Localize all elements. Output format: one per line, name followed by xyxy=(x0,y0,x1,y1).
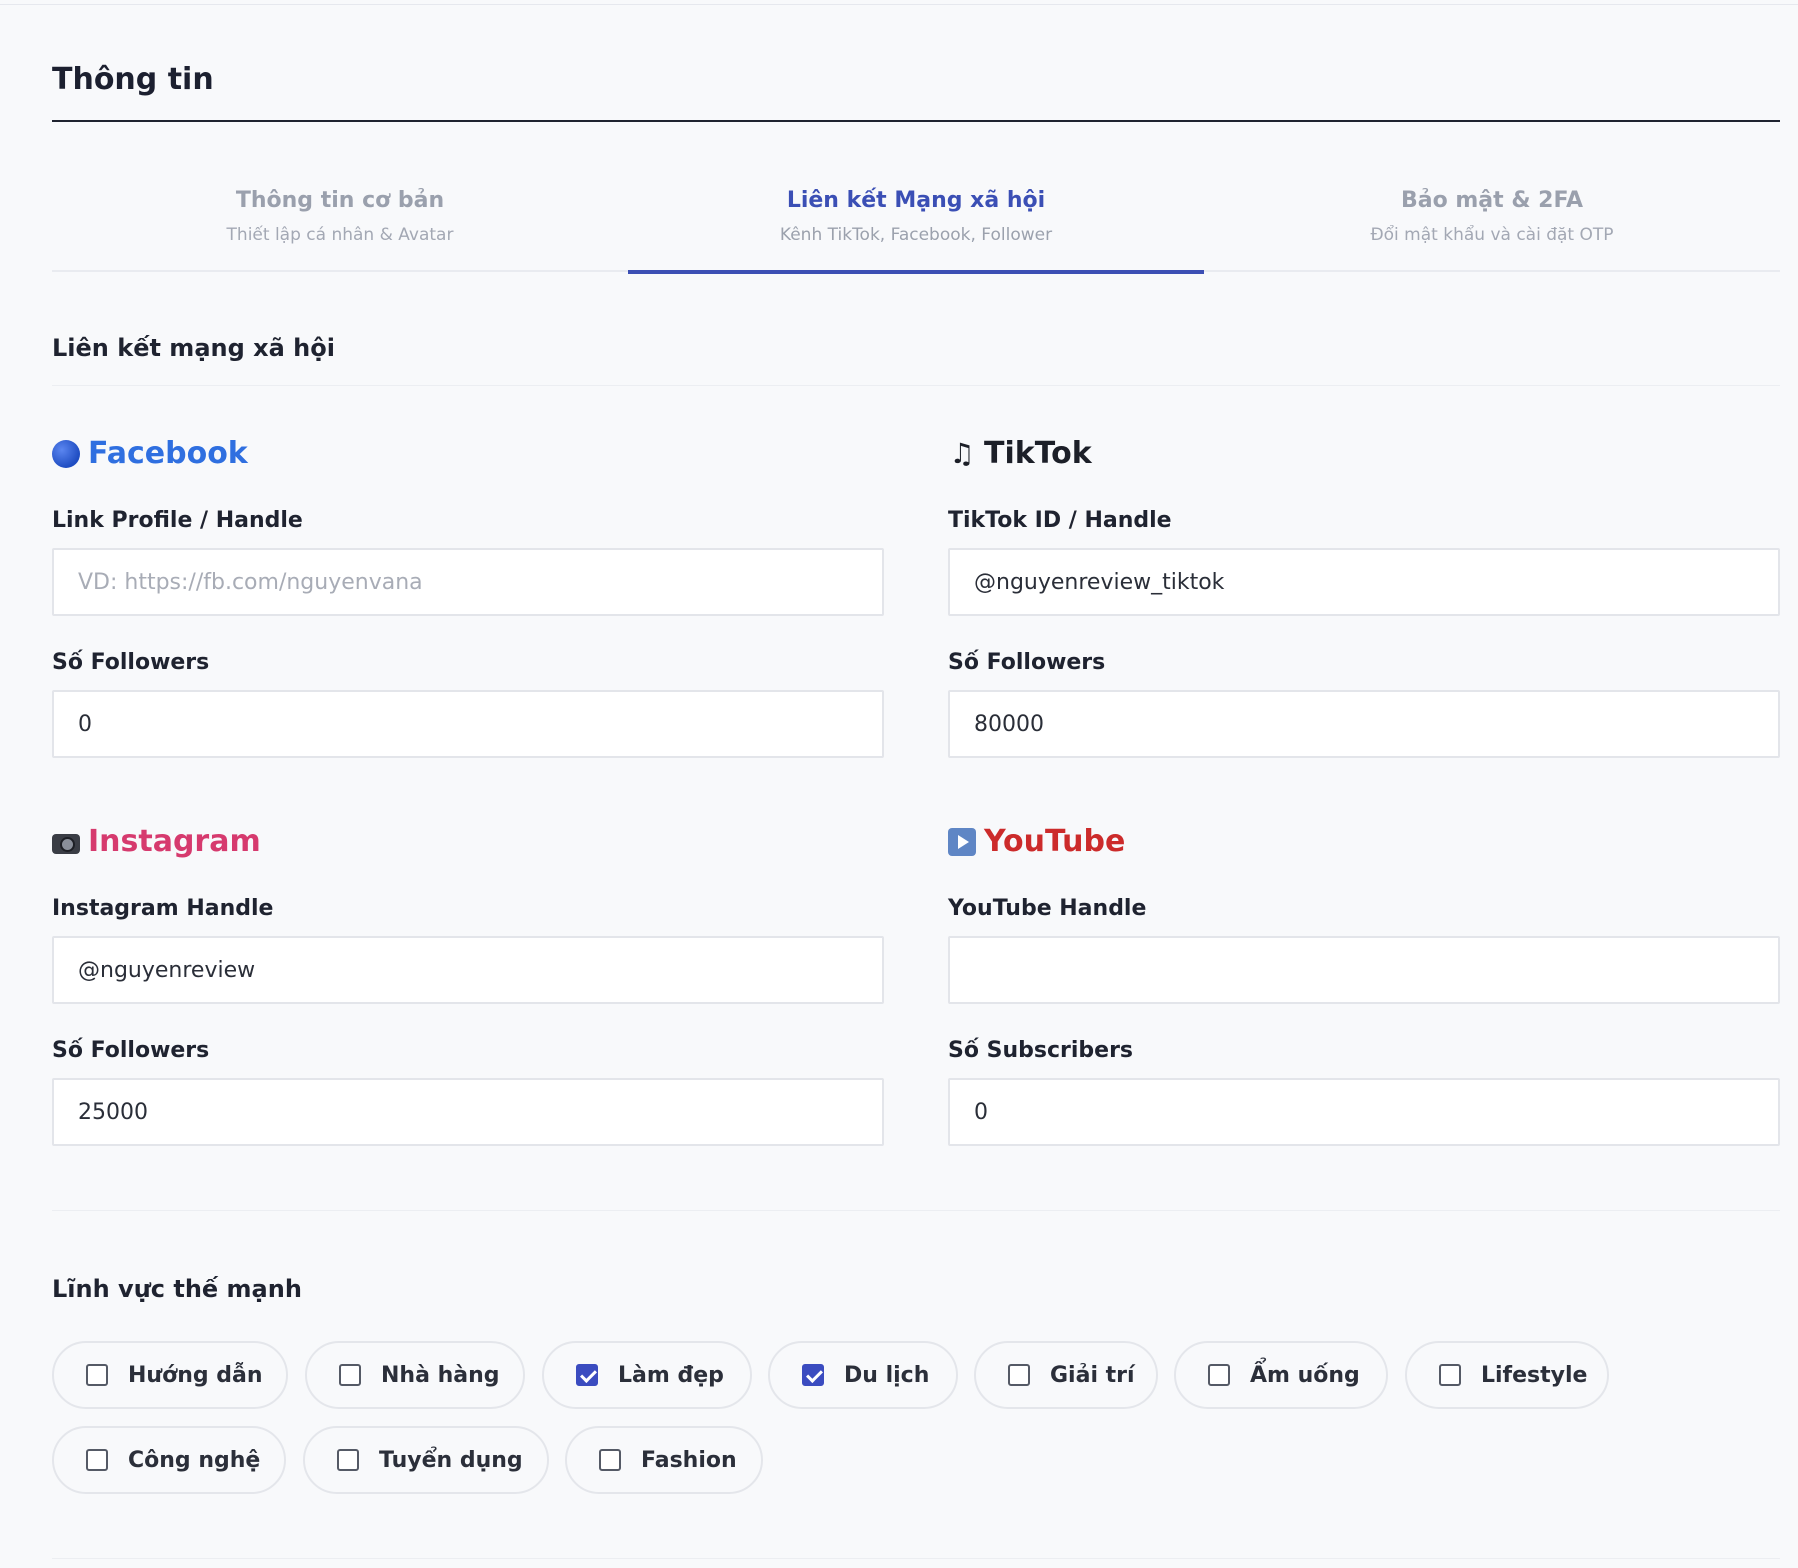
tab-subtitle: Kênh TikTok, Facebook, Follower xyxy=(779,225,1053,245)
chip-label: Công nghệ xyxy=(128,1447,261,1473)
fields-divider xyxy=(52,1210,1780,1211)
field-chip[interactable]: Ẩm uống xyxy=(1174,1341,1388,1409)
facebook-handle-label: Link Profile / Handle xyxy=(52,508,303,533)
section-divider xyxy=(52,385,1780,386)
checkbox[interactable] xyxy=(339,1364,361,1386)
chip-label: Fashion xyxy=(641,1447,737,1473)
chip-label: Ẩm uống xyxy=(1250,1362,1360,1388)
checkbox[interactable] xyxy=(1008,1364,1030,1386)
tiktok-handle-label: TikTok ID / Handle xyxy=(948,508,1172,533)
youtube-handle-label: YouTube Handle xyxy=(948,896,1147,921)
instagram-title: Instagram xyxy=(88,824,261,859)
checkbox[interactable] xyxy=(1208,1364,1230,1386)
youtube-subscribers-input[interactable] xyxy=(948,1078,1780,1146)
facebook-followers-label: Số Followers xyxy=(52,650,210,675)
youtube-title: YouTube xyxy=(984,824,1126,859)
field-chip[interactable]: Tuyển dụng xyxy=(303,1426,549,1494)
facebook-heading: Facebook xyxy=(52,436,248,471)
tab-title: Thông tin cơ bản xyxy=(235,188,445,213)
social-section-title: Liên kết mạng xã hội xyxy=(52,334,335,362)
blue-circle-icon xyxy=(52,439,80,468)
tiktok-title: TikTok xyxy=(984,436,1092,471)
field-chip[interactable]: Làm đẹp xyxy=(542,1341,752,1409)
facebook-title: Facebook xyxy=(88,436,248,471)
music-note-icon: ♫ xyxy=(949,436,975,470)
instagram-handle-label: Instagram Handle xyxy=(52,896,274,921)
youtube-subscribers-label: Số Subscribers xyxy=(948,1038,1134,1063)
youtube-heading: YouTube xyxy=(948,824,1125,859)
tab-title: Bảo mật & 2FA xyxy=(1400,188,1583,213)
tab-security-2fa[interactable]: Bảo mật & 2FA Đổi mật khẩu và cài đặt OT… xyxy=(1204,180,1780,272)
field-chip[interactable]: Lifestyle xyxy=(1405,1341,1609,1409)
field-chip[interactable]: Hướng dẫn xyxy=(52,1341,288,1409)
checkbox[interactable] xyxy=(576,1364,598,1386)
tiktok-handle-input[interactable] xyxy=(948,548,1780,616)
checkbox[interactable] xyxy=(86,1364,108,1386)
bottom-divider xyxy=(52,1558,1780,1559)
chip-label: Giải trí xyxy=(1050,1362,1135,1388)
instagram-followers-input[interactable] xyxy=(52,1078,884,1146)
checkbox[interactable] xyxy=(599,1449,621,1471)
youtube-handle-input[interactable] xyxy=(948,936,1780,1004)
field-chip[interactable]: Công nghệ xyxy=(52,1426,286,1494)
facebook-followers-input[interactable] xyxy=(52,690,884,758)
profile-tabs: Thông tin cơ bản Thiết lập cá nhân & Ava… xyxy=(52,180,1780,274)
checkbox[interactable] xyxy=(337,1449,359,1471)
tab-title: Liên kết Mạng xã hội xyxy=(786,188,1046,213)
camera-icon xyxy=(52,833,80,854)
checkbox[interactable] xyxy=(1439,1364,1461,1386)
facebook-handle-input[interactable] xyxy=(52,548,884,616)
field-chip[interactable]: Giải trí xyxy=(974,1341,1158,1409)
chip-label: Nhà hàng xyxy=(381,1362,500,1388)
tab-social-links[interactable]: Liên kết Mạng xã hội Kênh TikTok, Facebo… xyxy=(628,180,1204,274)
field-chip[interactable]: Nhà hàng xyxy=(305,1341,525,1409)
tab-subtitle: Đổi mật khẩu và cài đặt OTP xyxy=(1370,225,1614,245)
chip-label: Làm đẹp xyxy=(618,1362,724,1388)
checkbox[interactable] xyxy=(86,1449,108,1471)
instagram-followers-label: Số Followers xyxy=(52,1038,210,1063)
chip-label: Tuyển dụng xyxy=(379,1447,523,1473)
page-title: Thông tin xyxy=(52,62,214,97)
top-divider xyxy=(0,4,1798,5)
tab-subtitle: Thiết lập cá nhân & Avatar xyxy=(226,225,454,245)
instagram-handle-input[interactable] xyxy=(52,936,884,1004)
fields-title: Lĩnh vực thế mạnh xyxy=(52,1275,302,1303)
tab-basic-info[interactable]: Thông tin cơ bản Thiết lập cá nhân & Ava… xyxy=(52,180,628,272)
title-divider xyxy=(52,120,1780,122)
tiktok-heading: ♫ TikTok xyxy=(948,436,1092,471)
chip-label: Lifestyle xyxy=(1481,1362,1588,1388)
play-button-icon xyxy=(948,827,976,856)
checkbox[interactable] xyxy=(802,1364,824,1386)
field-chip[interactable]: Fashion xyxy=(565,1426,763,1494)
chip-label: Du lịch xyxy=(844,1362,930,1388)
tiktok-followers-label: Số Followers xyxy=(948,650,1106,675)
active-tab-indicator xyxy=(628,270,1204,274)
instagram-heading: Instagram xyxy=(52,824,261,859)
field-chip[interactable]: Du lịch xyxy=(768,1341,958,1409)
tiktok-followers-input[interactable] xyxy=(948,690,1780,758)
chip-label: Hướng dẫn xyxy=(128,1362,263,1388)
